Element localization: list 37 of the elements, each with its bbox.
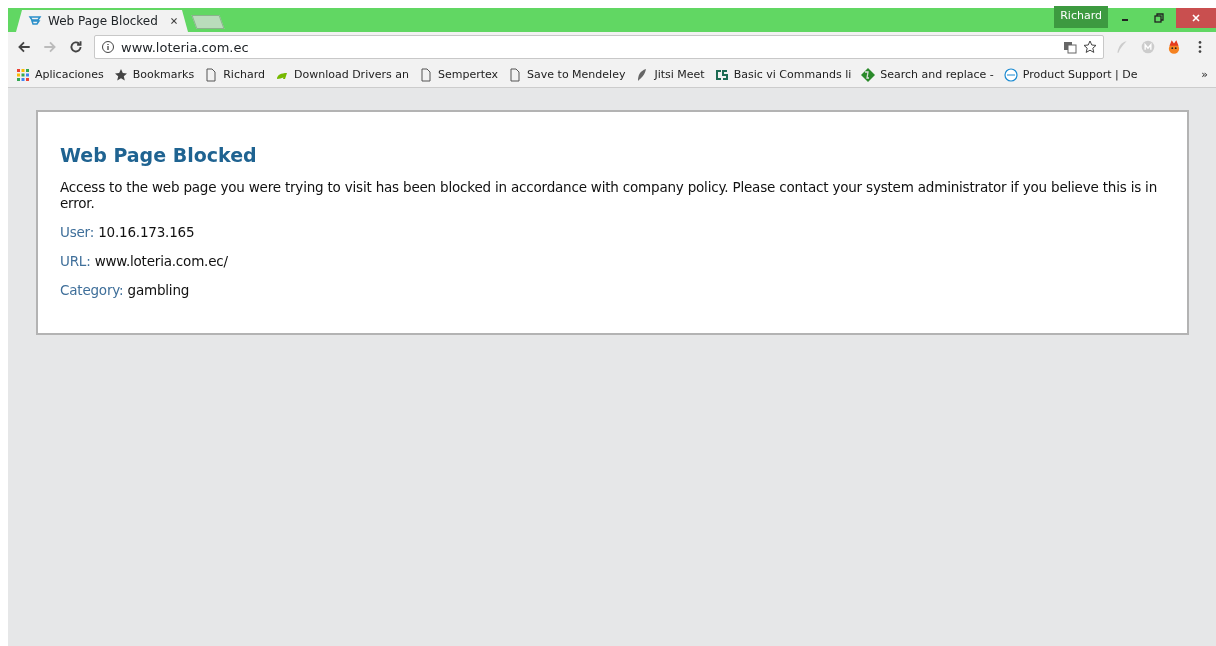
message-text: Access to the web page you were trying to visit has been blocked in accordance with company policy. Please contact your system administrator if you believe this is in error. bbox=[60, 178, 1158, 211]
back-icon[interactable] bbox=[16, 39, 32, 55]
bookmark-item[interactable]: Search and replace - bbox=[861, 67, 994, 82]
page-icon bbox=[418, 67, 433, 82]
bookmark-item[interactable]: Aplicaciones bbox=[16, 67, 104, 82]
page-icon bbox=[204, 67, 219, 82]
bookmark-item[interactable]: Bookmarks bbox=[113, 67, 195, 82]
field-value: 10.16.173.165 bbox=[98, 223, 195, 240]
bookmark-item[interactable]: Sempertex bbox=[418, 67, 499, 82]
page-icon bbox=[28, 14, 42, 28]
close-icon[interactable] bbox=[168, 15, 180, 27]
browser-tab[interactable]: Web Page Blocked bbox=[16, 10, 188, 32]
field-label: URL: bbox=[60, 252, 91, 269]
bookmark-item[interactable]: Save to Mendeley bbox=[508, 67, 626, 82]
cs-icon bbox=[714, 67, 729, 82]
profile-button[interactable]: Richard bbox=[1054, 6, 1108, 28]
bookmark-item[interactable]: Download Drivers an bbox=[274, 67, 409, 82]
field-value: gambling bbox=[127, 281, 190, 298]
more-bookmarks-button[interactable]: » bbox=[1201, 68, 1208, 81]
star-icon[interactable] bbox=[1083, 40, 1097, 54]
bookmark-item[interactable]: Richard bbox=[204, 67, 265, 82]
address-bar[interactable]: www.loteria.com.ec bbox=[94, 35, 1104, 59]
translate-icon[interactable] bbox=[1063, 40, 1077, 54]
star-icon bbox=[113, 67, 128, 82]
bookmark-item[interactable]: Product Support | De bbox=[1003, 67, 1138, 82]
bookmark-item[interactable]: Jitsi Meet bbox=[635, 67, 705, 82]
reload-icon[interactable] bbox=[68, 39, 84, 55]
page-icon bbox=[508, 67, 523, 82]
page-heading: Web Page Blocked bbox=[60, 144, 258, 167]
apps-icon bbox=[16, 67, 30, 82]
fire-icon[interactable] bbox=[1166, 39, 1182, 55]
tab-title: Web Page Blocked bbox=[48, 14, 159, 28]
bookmark-item[interactable]: Basic vi Commands li bbox=[714, 67, 852, 82]
field-value: www.loteria.com.ec/ bbox=[94, 252, 228, 269]
field-label: Category: bbox=[60, 281, 124, 298]
field-label: User: bbox=[60, 223, 95, 240]
info-icon bbox=[101, 40, 115, 54]
